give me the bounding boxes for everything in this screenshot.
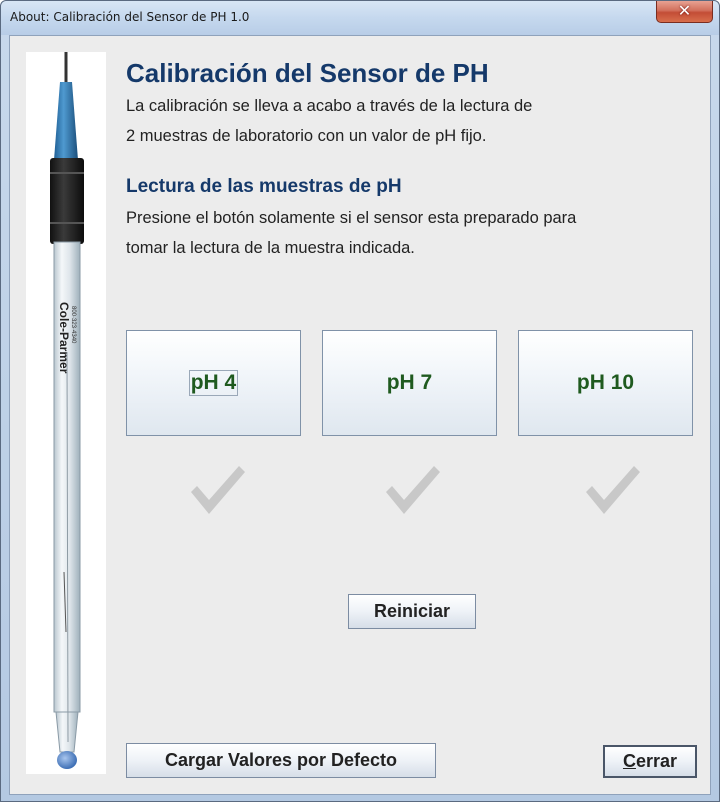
page-title: Calibración del Sensor de PH (126, 58, 489, 88)
description-text: La calibración se lleva a acabo a través… (126, 91, 532, 151)
ph10-label: pH 10 (576, 371, 635, 394)
close-button[interactable]: Cerrar (603, 745, 697, 778)
instruction-line: Presione el botón solamente si el sensor… (126, 209, 577, 227)
ph10-button[interactable]: pH 10 (518, 330, 693, 436)
description-line: La calibración se lleva a acabo a través… (126, 97, 533, 115)
ph10-check-icon (586, 466, 640, 514)
window-close-button[interactable]: ✕ (656, 1, 713, 23)
window-title: About: Calibración del Sensor de PH 1.0 (10, 10, 250, 24)
dialog-window: About: Calibración del Sensor de PH 1.0 … (0, 0, 720, 802)
instruction-line: tomar la lectura de la muestra indicada. (126, 239, 415, 257)
ph4-label: pH 4 (188, 370, 239, 396)
load-defaults-button[interactable]: Cargar Valores por Defecto (126, 743, 436, 778)
title-bar[interactable]: About: Calibración del Sensor de PH 1.0 … (1, 1, 719, 35)
probe-brand-text: Cole-Parmer (57, 302, 71, 374)
close-mnemonic: C (622, 751, 636, 771)
reset-button[interactable]: Reiniciar (348, 594, 476, 629)
instruction-text: Presione el botón solamente si el sensor… (126, 203, 576, 263)
ph7-label: pH 7 (386, 371, 433, 394)
close-icon: ✕ (677, 2, 692, 20)
close-label: errar (635, 751, 678, 771)
dialog-content: Cole-Parmer 800·323·4340 Calibración del… (9, 35, 711, 795)
ph4-button[interactable]: pH 4 (126, 330, 301, 436)
ph-probe-icon: Cole-Parmer 800·323·4340 (26, 52, 106, 774)
ph4-check-icon (191, 466, 245, 514)
description-line: 2 muestras de laboratorio con un valor d… (126, 127, 487, 145)
svg-text:800·323·4340: 800·323·4340 (70, 306, 76, 344)
ph7-check-icon (386, 466, 440, 514)
section-title: Lectura de las muestras de pH (126, 176, 402, 197)
ph7-button[interactable]: pH 7 (322, 330, 497, 436)
